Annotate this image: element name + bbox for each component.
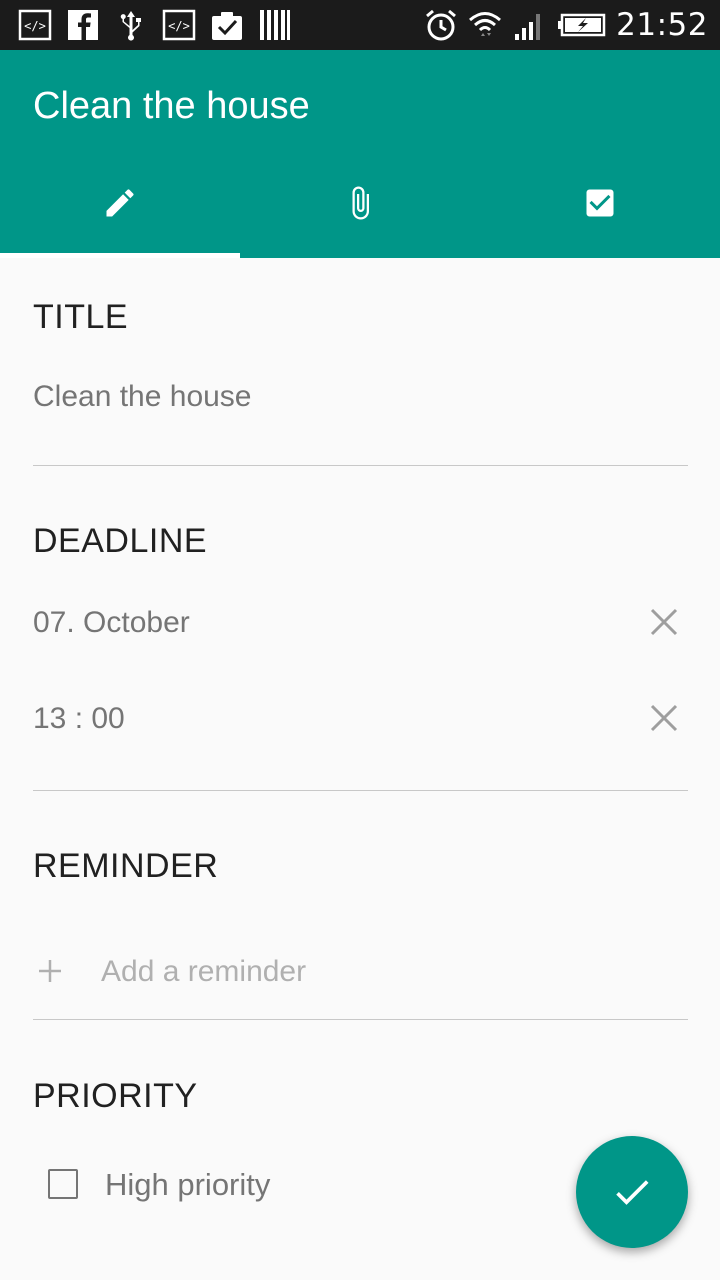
tab-subtasks[interactable] xyxy=(480,148,720,258)
barcode-icon xyxy=(260,10,290,40)
facebook-icon xyxy=(68,10,98,41)
clear-time-icon[interactable] xyxy=(648,702,680,734)
status-bar-system: 21:52 xyxy=(424,6,708,44)
high-priority-checkbox[interactable] xyxy=(48,1169,78,1199)
title-section-header: TITLE xyxy=(33,298,129,336)
signal-icon xyxy=(515,14,541,40)
battery-charging-icon xyxy=(558,13,606,37)
clear-date-icon[interactable] xyxy=(648,606,680,638)
deadline-divider xyxy=(33,790,688,791)
clipboard-check-icon xyxy=(212,12,242,40)
high-priority-label[interactable]: High priority xyxy=(105,1167,270,1203)
save-task-button[interactable] xyxy=(576,1136,688,1248)
title-input[interactable]: Clean the house xyxy=(33,380,252,414)
deadline-time-field[interactable]: 13 : 00 xyxy=(33,702,125,736)
deadline-section-header: DEADLINE xyxy=(33,522,208,560)
priority-section-header: PRIORITY xyxy=(33,1077,198,1115)
paperclip-icon xyxy=(352,186,369,220)
alarm-icon xyxy=(426,9,457,41)
tab-attachments[interactable] xyxy=(240,148,480,258)
wifi-icon xyxy=(469,12,502,36)
deadline-date-field[interactable]: 07. October xyxy=(33,606,190,640)
title-divider xyxy=(33,465,688,466)
app-bar: Clean the house xyxy=(0,50,720,258)
reminder-divider xyxy=(33,1019,688,1020)
code-icon: </> xyxy=(162,9,196,41)
plus-icon xyxy=(39,960,61,982)
svg-text:</>: </> xyxy=(168,19,190,33)
code-icon: </> xyxy=(18,9,52,41)
usb-icon xyxy=(120,11,141,41)
reminder-section-header: REMINDER xyxy=(33,847,219,885)
page-title: Clean the house xyxy=(33,85,310,127)
pencil-icon xyxy=(106,189,134,217)
check-icon xyxy=(616,1180,649,1205)
add-reminder-label: Add a reminder xyxy=(101,955,307,988)
tab-bar xyxy=(0,148,720,258)
checkbox-icon xyxy=(586,189,614,217)
status-bar: </> </> 21:52 xyxy=(0,0,720,50)
tab-edit[interactable] xyxy=(0,148,240,258)
clock-time: 21:52 xyxy=(616,7,708,43)
svg-text:</>: </> xyxy=(24,19,46,33)
status-bar-notifications: </> </> xyxy=(18,8,292,42)
